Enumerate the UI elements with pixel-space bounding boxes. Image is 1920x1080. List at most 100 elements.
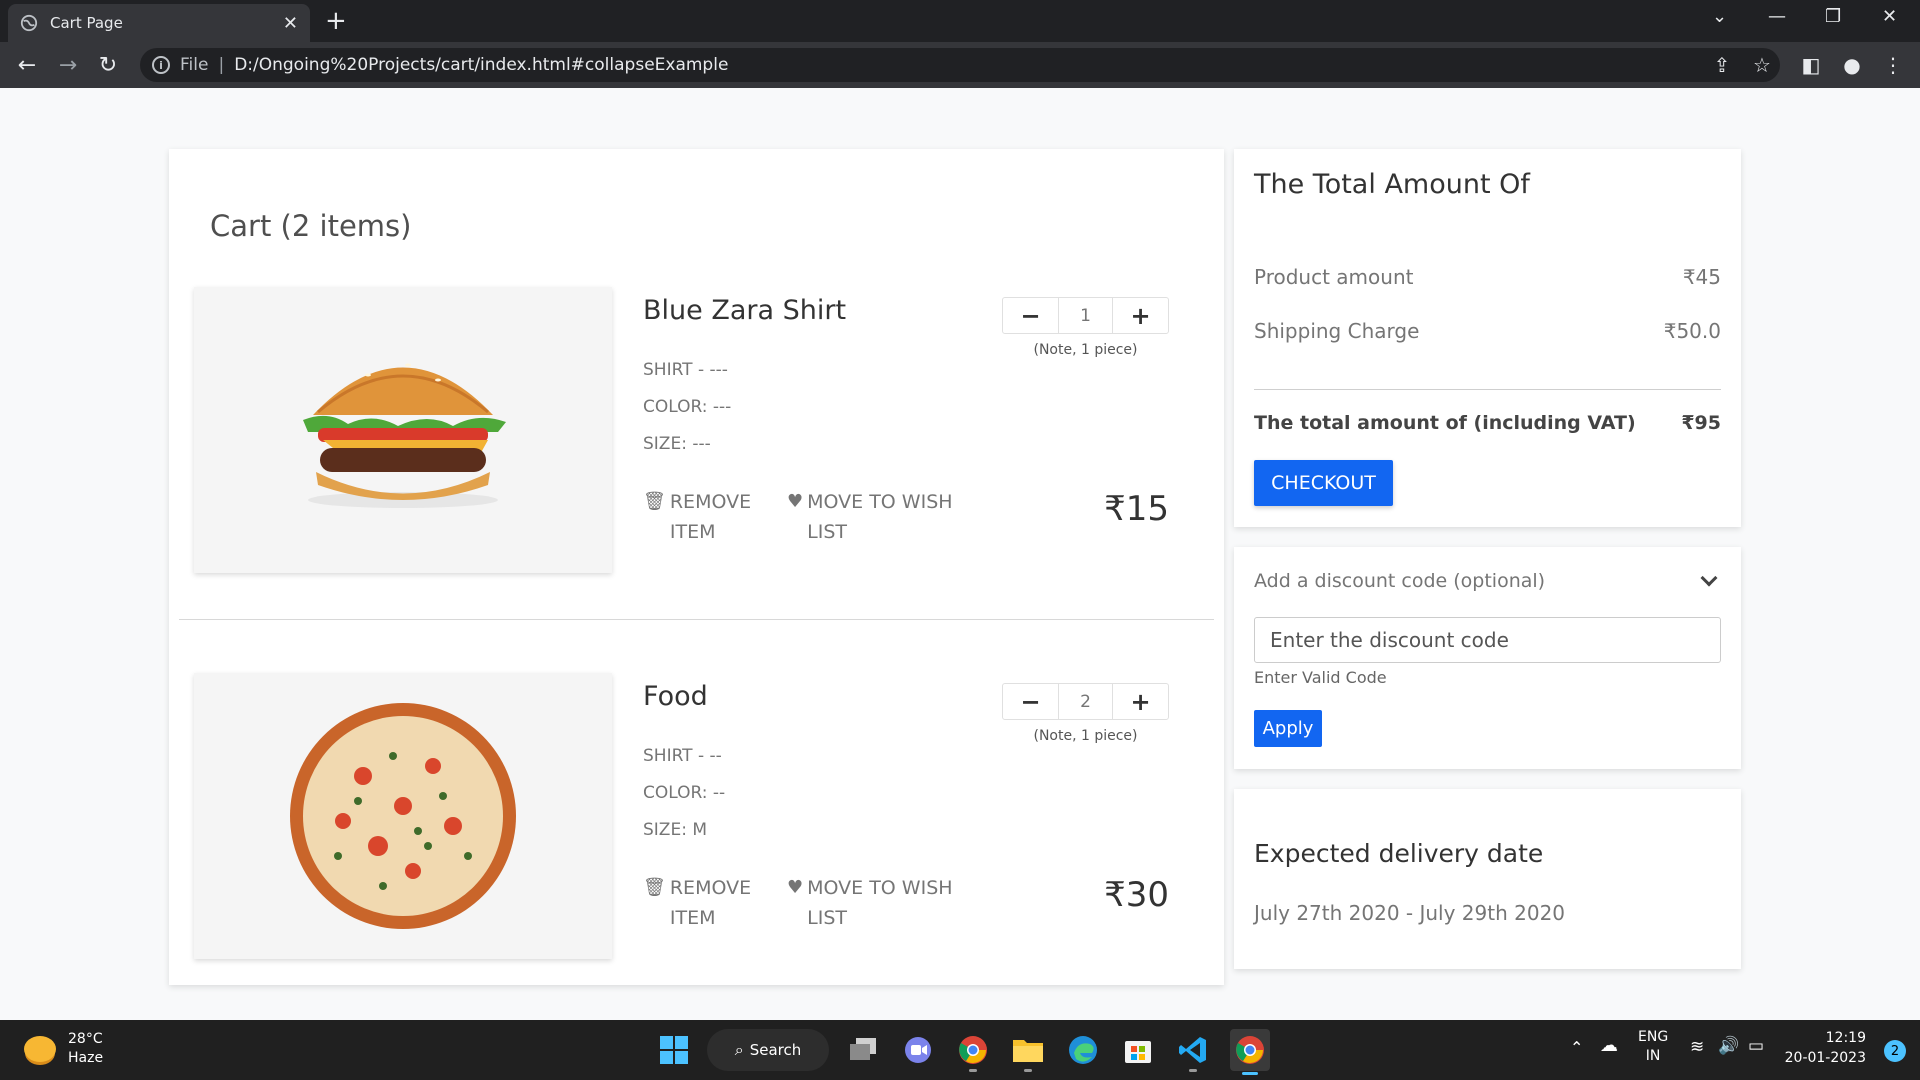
clock-date: 20-01-2023 <box>1784 1050 1866 1066</box>
total-amount-card: The Total Amount Of Product amount ₹45 S… <box>1234 149 1741 527</box>
product-size-attr: SIZE: --- <box>643 434 711 454</box>
apply-discount-button[interactable]: Apply <box>1254 710 1322 747</box>
close-window-icon[interactable]: ✕ <box>1882 6 1897 27</box>
trash-icon: 🗑 <box>643 877 666 898</box>
heart-icon: ♥ <box>787 491 804 512</box>
decrease-quantity-button[interactable]: − <box>1003 298 1058 333</box>
new-tab-icon[interactable]: + <box>325 6 347 36</box>
task-view-icon[interactable] <box>845 1032 881 1068</box>
remove-item-label: REMOVE ITEM <box>669 877 752 929</box>
show-hidden-icons-chevron-icon[interactable]: ⌃ <box>1570 1038 1583 1057</box>
product-name: Food <box>643 681 708 712</box>
cart-card: Cart (2 items) Blue Zara Shirt SHIRT - -… <box>169 149 1224 985</box>
browser-tab[interactable]: Cart Page ✕ <box>8 4 310 42</box>
quantity-stepper: − 1 + <box>1002 297 1169 334</box>
product-image-burger <box>194 287 612 573</box>
quantity-note: (Note, 1 piece) <box>1033 728 1138 744</box>
weather-temp: 28°C <box>68 1031 103 1047</box>
move-to-wishlist-label: MOVE TO WISH LIST <box>807 491 953 543</box>
share-icon[interactable]: ⇪ <box>1709 52 1735 78</box>
url-separator: | <box>218 55 225 75</box>
quantity-note: (Note, 1 piece) <box>1033 342 1138 358</box>
total-label: The total amount of (including VAT) <box>1254 412 1636 434</box>
move-to-wishlist-link[interactable]: ♥ MOVE TO WISH LIST <box>787 487 977 547</box>
weather-widget[interactable]: 28°C Haze <box>24 1030 103 1068</box>
burger-image <box>303 363 506 508</box>
discount-help-text: Enter Valid Code <box>1254 668 1387 687</box>
shipping-charge-label: Shipping Charge <box>1254 319 1420 343</box>
info-icon[interactable]: i <box>152 56 170 74</box>
side-panel-icon[interactable]: ◧ <box>1798 52 1824 78</box>
restore-icon[interactable]: ❐ <box>1825 6 1841 27</box>
checkout-button[interactable]: CHECKOUT <box>1254 460 1393 506</box>
minimize-icon[interactable]: — <box>1768 6 1786 27</box>
discount-toggle[interactable]: Add a discount code (optional) <box>1254 569 1721 592</box>
forward-icon[interactable]: → <box>53 50 83 80</box>
url-text[interactable]: D:/Ongoing%20Projects/cart/index.html#co… <box>234 55 728 75</box>
notification-badge[interactable]: 2 <box>1884 1040 1906 1062</box>
remove-item-link[interactable]: 🗑 REMOVE ITEM <box>643 487 763 547</box>
move-to-wishlist-label: MOVE TO WISH LIST <box>807 877 953 929</box>
search-icon: ⌕ <box>734 1040 744 1059</box>
microsoft-store-icon[interactable] <box>1120 1032 1156 1068</box>
windows-start-icon[interactable] <box>656 1032 692 1068</box>
tab-search-chevron-icon[interactable]: ⌄ <box>1712 6 1727 27</box>
total-value: ₹95 <box>1681 412 1721 434</box>
vscode-icon[interactable] <box>1175 1032 1211 1072</box>
profile-icon[interactable]: ● <box>1839 52 1865 78</box>
product-shirt-attr: SHIRT - --- <box>643 360 728 380</box>
shipping-charge-row: Shipping Charge ₹50.0 <box>1254 319 1721 343</box>
taskbar-search[interactable]: ⌕ Search <box>707 1029 829 1071</box>
weather-condition: Haze <box>68 1050 104 1066</box>
teams-chat-icon[interactable] <box>900 1032 936 1068</box>
chrome-icon[interactable] <box>955 1032 991 1072</box>
total-row: The total amount of (including VAT) ₹95 <box>1254 412 1721 434</box>
item-price: ₹15 <box>1104 489 1169 529</box>
discount-code-input[interactable] <box>1254 617 1721 663</box>
browser-tab-strip: Cart Page ✕ + ⌄ — ❐ ✕ <box>0 0 1920 42</box>
address-bar[interactable]: i File | D:/Ongoing%20Projects/cart/inde… <box>140 48 1780 82</box>
product-amount-value: ₹45 <box>1682 265 1721 289</box>
product-color-attr: COLOR: -- <box>643 783 726 803</box>
volume-icon[interactable]: 🔊 <box>1718 1037 1739 1056</box>
close-tab-icon[interactable]: ✕ <box>283 13 298 34</box>
discount-card: Add a discount code (optional) Enter Val… <box>1234 547 1741 769</box>
globe-icon <box>20 14 38 32</box>
system-clock[interactable]: 12:19 20-01-2023 <box>1785 1028 1866 1068</box>
quantity-value[interactable]: 2 <box>1058 684 1113 719</box>
menu-icon[interactable]: ⋮ <box>1880 52 1906 78</box>
discount-heading: Add a discount code (optional) <box>1254 570 1546 592</box>
remove-item-link[interactable]: 🗑 REMOVE ITEM <box>643 873 763 933</box>
running-indicator <box>969 1069 977 1072</box>
battery-icon[interactable]: ▭ <box>1748 1037 1764 1056</box>
move-to-wishlist-link[interactable]: ♥ MOVE TO WISH LIST <box>787 873 977 933</box>
chrome-active-icon[interactable] <box>1230 1029 1270 1075</box>
active-indicator <box>1242 1072 1258 1075</box>
product-amount-label: Product amount <box>1254 265 1414 289</box>
increase-quantity-button[interactable]: + <box>1113 684 1168 719</box>
taskbar-search-label: Search <box>749 1041 802 1059</box>
product-color-attr: COLOR: --- <box>643 397 732 417</box>
wifi-icon[interactable]: ≋ <box>1690 1038 1704 1057</box>
reload-icon[interactable]: ↻ <box>93 50 123 80</box>
cart-item: Blue Zara Shirt SHIRT - --- COLOR: --- S… <box>169 287 1224 587</box>
bookmark-star-icon[interactable]: ☆ <box>1749 52 1775 78</box>
edge-icon[interactable] <box>1065 1032 1101 1068</box>
running-indicator <box>1024 1069 1032 1072</box>
product-image-pizza <box>194 673 612 959</box>
onedrive-cloud-icon[interactable]: ☁ <box>1600 1036 1618 1055</box>
language-code: ENG <box>1638 1029 1669 1045</box>
product-shirt-attr: SHIRT - -- <box>643 746 722 766</box>
decrease-quantity-button[interactable]: − <box>1003 684 1058 719</box>
back-icon[interactable]: ← <box>12 50 42 80</box>
cart-item: Food SHIRT - -- COLOR: -- SIZE: M − 2 + … <box>169 673 1224 973</box>
increase-quantity-button[interactable]: + <box>1113 298 1168 333</box>
product-size-attr: SIZE: M <box>643 820 707 840</box>
file-explorer-icon[interactable] <box>1010 1032 1046 1072</box>
trash-icon: 🗑 <box>643 491 666 512</box>
product-name: Blue Zara Shirt <box>643 295 847 326</box>
language-indicator[interactable]: ENG IN <box>1638 1028 1668 1066</box>
summary-divider <box>1254 389 1721 390</box>
total-heading: The Total Amount Of <box>1254 169 1530 200</box>
quantity-value[interactable]: 1 <box>1058 298 1113 333</box>
